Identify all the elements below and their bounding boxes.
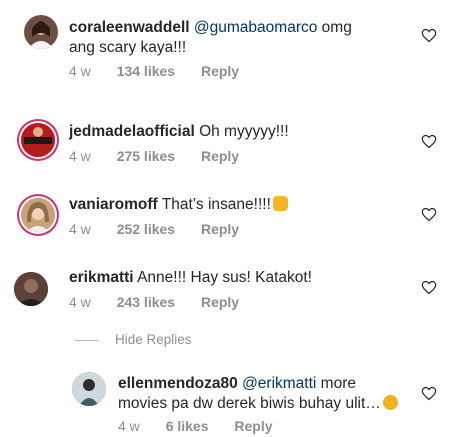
comment-body: Oh myyyyy!!! (194, 123, 289, 140)
comment-text: jedmadelaofficial Oh myyyyy!!! (69, 122, 289, 142)
comment-text: ellenmendoza80 @erikmatti more movies pa… (118, 374, 398, 414)
reply-button[interactable]: Reply (201, 63, 239, 79)
comment-time: 4 w (69, 294, 91, 310)
comment-username[interactable]: jedmadelaofficial (69, 123, 195, 140)
avatar[interactable] (21, 198, 55, 232)
comment-time: 4 w (118, 418, 140, 434)
comment-text: coraleenwaddell @gumabaomarco omg ang sc… (69, 18, 352, 58)
smiling-face-emoji-icon (382, 395, 398, 410)
comment-body: That’s insane!!!! (157, 196, 271, 213)
avatar[interactable] (14, 272, 48, 306)
scream-cat-emoji-icon (272, 196, 288, 211)
reply-button[interactable]: Reply (201, 294, 239, 310)
divider (75, 339, 99, 341)
comment-likes[interactable]: 275 likes (117, 148, 175, 164)
comment-likes[interactable]: 243 likes (117, 294, 175, 310)
comment-username[interactable]: ellenmendoza80 (118, 375, 238, 392)
comment-meta: 4 w 275 likes Reply (69, 148, 261, 164)
reply-button[interactable]: Reply (201, 221, 239, 237)
profile-photo-icon (72, 372, 106, 406)
comment-likes[interactable]: 252 likes (117, 221, 175, 237)
profile-photo-icon (21, 198, 55, 232)
avatar[interactable] (72, 372, 106, 406)
comment-body: more (316, 375, 356, 392)
reply-button[interactable]: Reply (234, 418, 272, 434)
comment-meta: 4 w 134 likes Reply (69, 63, 261, 79)
comment-time: 4 w (69, 148, 91, 164)
comment-username[interactable]: vaniaromoff (69, 196, 158, 213)
comment-meta: 4 w 6 likes Reply (118, 418, 295, 434)
comment-body-line2: ang scary kaya!!! (69, 39, 187, 56)
heart-outline-icon[interactable] (421, 207, 437, 222)
comment-body: omg (317, 19, 352, 36)
heart-outline-icon[interactable] (421, 280, 437, 295)
comment-likes[interactable]: 134 likes (117, 63, 175, 79)
profile-photo-icon (21, 123, 55, 157)
comment-time: 4 w (69, 63, 91, 79)
avatar[interactable] (24, 15, 58, 49)
comment-username[interactable]: erikmatti (69, 269, 134, 286)
heart-outline-icon[interactable] (421, 134, 437, 149)
hide-replies-button[interactable]: Hide Replies (75, 332, 192, 347)
profile-photo-icon (28, 21, 54, 49)
comment-body: Anne!!! Hay sus! Katakot! (133, 269, 312, 286)
comment-text: erikmatti Anne!!! Hay sus! Katakot! (69, 268, 312, 288)
comment-mention[interactable]: @erikmatti (242, 375, 316, 392)
comment-time: 4 w (69, 221, 91, 237)
comment-text: vaniaromoff That’s insane!!!! (69, 195, 288, 215)
avatar[interactable] (21, 123, 55, 157)
hide-replies-label: Hide Replies (115, 332, 192, 347)
comment-meta: 4 w 243 likes Reply (69, 294, 261, 310)
heart-outline-icon[interactable] (421, 28, 437, 43)
comment-mention[interactable]: @gumabaomarco (194, 19, 317, 36)
reply-button[interactable]: Reply (201, 148, 239, 164)
heart-outline-icon[interactable] (421, 386, 437, 401)
comment-likes[interactable]: 6 likes (166, 418, 209, 434)
comment-username[interactable]: coraleenwaddell (69, 19, 190, 36)
comment-body-line2: movies pa dw derek biwis buhay ulit… (118, 395, 381, 412)
comment-meta: 4 w 252 likes Reply (69, 221, 261, 237)
profile-photo-icon (14, 272, 48, 306)
